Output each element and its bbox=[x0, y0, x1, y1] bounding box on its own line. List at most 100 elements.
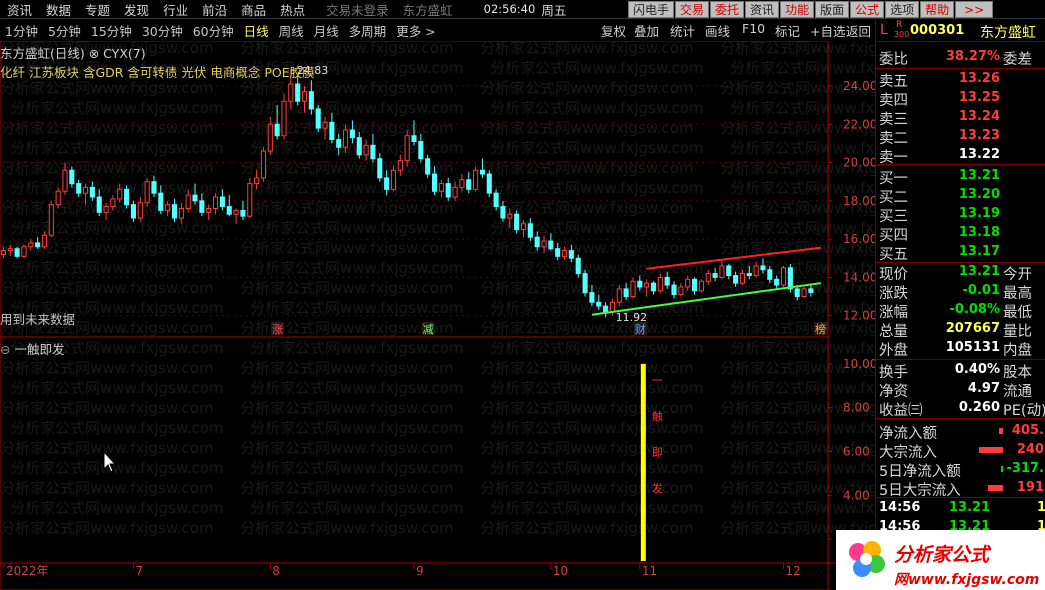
ask-row-label: 卖三 bbox=[879, 112, 908, 128]
fund-row-value: 4.97 bbox=[967, 381, 1000, 396]
candle-body bbox=[637, 280, 643, 288]
period-60min[interactable]: 60分钟 bbox=[188, 21, 239, 40]
candle-body bbox=[288, 83, 294, 102]
watermark-text: 分析家公式网www.fxjgsw.com bbox=[730, 339, 875, 357]
menu-item-frontier[interactable]: 前沿 bbox=[195, 0, 234, 19]
bid-row: 买三 13.19 bbox=[879, 205, 1044, 225]
bid-row: 买一 13.21 bbox=[879, 167, 1044, 187]
flow-row: 5日净流入额 -317. bbox=[879, 460, 1044, 480]
fund-row-right-label: PE(动) bbox=[1003, 403, 1045, 419]
menu-item-industry[interactable]: 行业 bbox=[156, 0, 195, 19]
news-button[interactable]: 资讯 bbox=[745, 1, 780, 18]
candle-body bbox=[644, 282, 650, 288]
options-button[interactable]: 选项 bbox=[885, 1, 920, 18]
menu-item-commodity[interactable]: 商品 bbox=[234, 0, 273, 19]
candle-body bbox=[425, 158, 431, 175]
login-status[interactable]: 交易未登录 bbox=[312, 0, 396, 19]
watermark-text: 分析家公式网www.fxjgsw.com bbox=[480, 519, 694, 537]
f10-button[interactable]: F10 bbox=[742, 21, 765, 36]
period-daily[interactable]: 日线 bbox=[239, 21, 274, 40]
candle-body bbox=[315, 108, 321, 129]
watermark-text: 分析家公式网www.fxjgsw.com bbox=[480, 159, 694, 177]
candle-body bbox=[520, 223, 527, 231]
candle-body bbox=[671, 284, 677, 296]
candle-body bbox=[650, 282, 657, 292]
watermark-text: 分析家公式网www.fxjgsw.com bbox=[730, 139, 875, 157]
watermark-text: 分析家公式网www.fxjgsw.com bbox=[250, 499, 464, 517]
weibi-row: 委比 38.27% 委差 bbox=[879, 48, 1044, 68]
watermark-text: 分析家公式网www.fxjgsw.com bbox=[480, 79, 694, 97]
candle-body bbox=[719, 265, 725, 278]
period-monthly[interactable]: 月线 bbox=[309, 21, 344, 40]
candle-body bbox=[356, 137, 362, 156]
restore-rights-button[interactable]: 复权 bbox=[601, 21, 626, 40]
order-button[interactable]: 委托 bbox=[710, 1, 745, 18]
add-watchlist-button[interactable]: +自选 bbox=[810, 21, 845, 40]
period-weekly[interactable]: 周线 bbox=[274, 21, 309, 40]
ask-row: 卖五 13.26 bbox=[879, 70, 1044, 90]
candle-body bbox=[589, 292, 595, 303]
x-tick-label: 2022年 bbox=[6, 564, 49, 578]
formula-button[interactable]: 公式 bbox=[850, 1, 885, 18]
mark-button[interactable]: 标记 bbox=[775, 21, 800, 40]
more-button[interactable]: >> bbox=[955, 1, 994, 18]
candle-body bbox=[685, 278, 691, 288]
concept-tags[interactable]: 化纤 江苏板块 含GDR 含可转债 光伏 电商概念 POE胶膜 bbox=[0, 62, 315, 81]
bid-row-label: 买四 bbox=[879, 228, 908, 244]
collapse-icon[interactable]: ⊖ bbox=[0, 342, 14, 357]
period-30min[interactable]: 30分钟 bbox=[137, 21, 188, 40]
flash-trade-button[interactable]: 闪电手 bbox=[628, 1, 675, 18]
menu-item-hot[interactable]: 热点 bbox=[273, 0, 312, 19]
function-button[interactable]: 功能 bbox=[780, 1, 815, 18]
candle-body bbox=[603, 305, 609, 313]
trade-button[interactable]: 交易 bbox=[675, 1, 710, 18]
candle-body bbox=[233, 209, 239, 215]
logo-url: 网www.fxjgsw.com bbox=[894, 572, 1040, 588]
y-tick-label: 4.00 bbox=[843, 488, 870, 502]
candle-body bbox=[541, 240, 547, 248]
layout-button[interactable]: 版面 bbox=[815, 1, 850, 18]
candle-body bbox=[555, 248, 561, 257]
period-more[interactable]: 更多 > bbox=[391, 21, 440, 40]
period-15min[interactable]: 15分钟 bbox=[86, 21, 137, 40]
watermark-text: 分析家公式网www.fxjgsw.com bbox=[10, 259, 224, 277]
candle-body bbox=[753, 265, 759, 276]
watermark-text: 分析家公式网www.fxjgsw.com bbox=[0, 359, 214, 377]
menu-item-data[interactable]: 数据 bbox=[39, 0, 78, 19]
candle-body bbox=[473, 169, 479, 190]
menu-item-discover[interactable]: 发现 bbox=[117, 0, 156, 19]
menu-item-news[interactable]: 资讯 bbox=[0, 0, 39, 19]
period-5min[interactable]: 5分钟 bbox=[43, 21, 86, 40]
stock-code: 000301 bbox=[910, 23, 965, 38]
chart-title[interactable]: 东方盛虹(日线) ⊗ CYX(7) bbox=[0, 46, 146, 61]
watermark-text: 分析家公式网www.fxjgsw.com bbox=[0, 519, 214, 537]
draw-line-button[interactable]: 画线 bbox=[705, 21, 730, 40]
watermark-text: 分析家公式网www.fxjgsw.com bbox=[490, 499, 704, 517]
candle-body bbox=[247, 183, 253, 217]
statistics-button[interactable]: 统计 bbox=[670, 21, 695, 40]
y-tick-label: 12.00 bbox=[843, 309, 875, 323]
candle-body bbox=[630, 280, 636, 298]
quote-row: 外盘 105131 内盘 bbox=[879, 339, 1044, 359]
tick-volume: 1 bbox=[1037, 500, 1045, 515]
menu-item-topics[interactable]: 专题 bbox=[78, 0, 117, 19]
period-multi[interactable]: 多周期 bbox=[344, 21, 392, 40]
candle-body bbox=[295, 83, 301, 102]
overlay-button[interactable]: 叠加 bbox=[634, 21, 659, 40]
candle-body bbox=[76, 183, 82, 194]
candle-body bbox=[733, 274, 739, 284]
flow-label: 净流入额 bbox=[879, 426, 937, 442]
watermark-text: 分析家公式网www.fxjgsw.com bbox=[0, 119, 214, 137]
back-button[interactable]: 返回 bbox=[846, 21, 871, 40]
candle-body bbox=[616, 288, 622, 303]
logo-title-cn: 分析家公式 bbox=[894, 544, 990, 566]
indicator-name[interactable]: 一触即发 bbox=[14, 342, 64, 357]
kline-chart[interactable]: 分析家公式网www.fxjgsw.com 分析家公式网www.fxjgsw.com… bbox=[0, 41, 875, 590]
bid-row-label: 买三 bbox=[879, 209, 908, 225]
candle-body bbox=[548, 240, 554, 250]
candle-body bbox=[308, 91, 314, 110]
period-1min[interactable]: 1分钟 bbox=[0, 21, 43, 40]
candle-body bbox=[349, 129, 355, 139]
fund-row: 净资 4.97 流通 bbox=[879, 380, 1044, 400]
help-button[interactable]: 帮助 bbox=[920, 1, 955, 18]
